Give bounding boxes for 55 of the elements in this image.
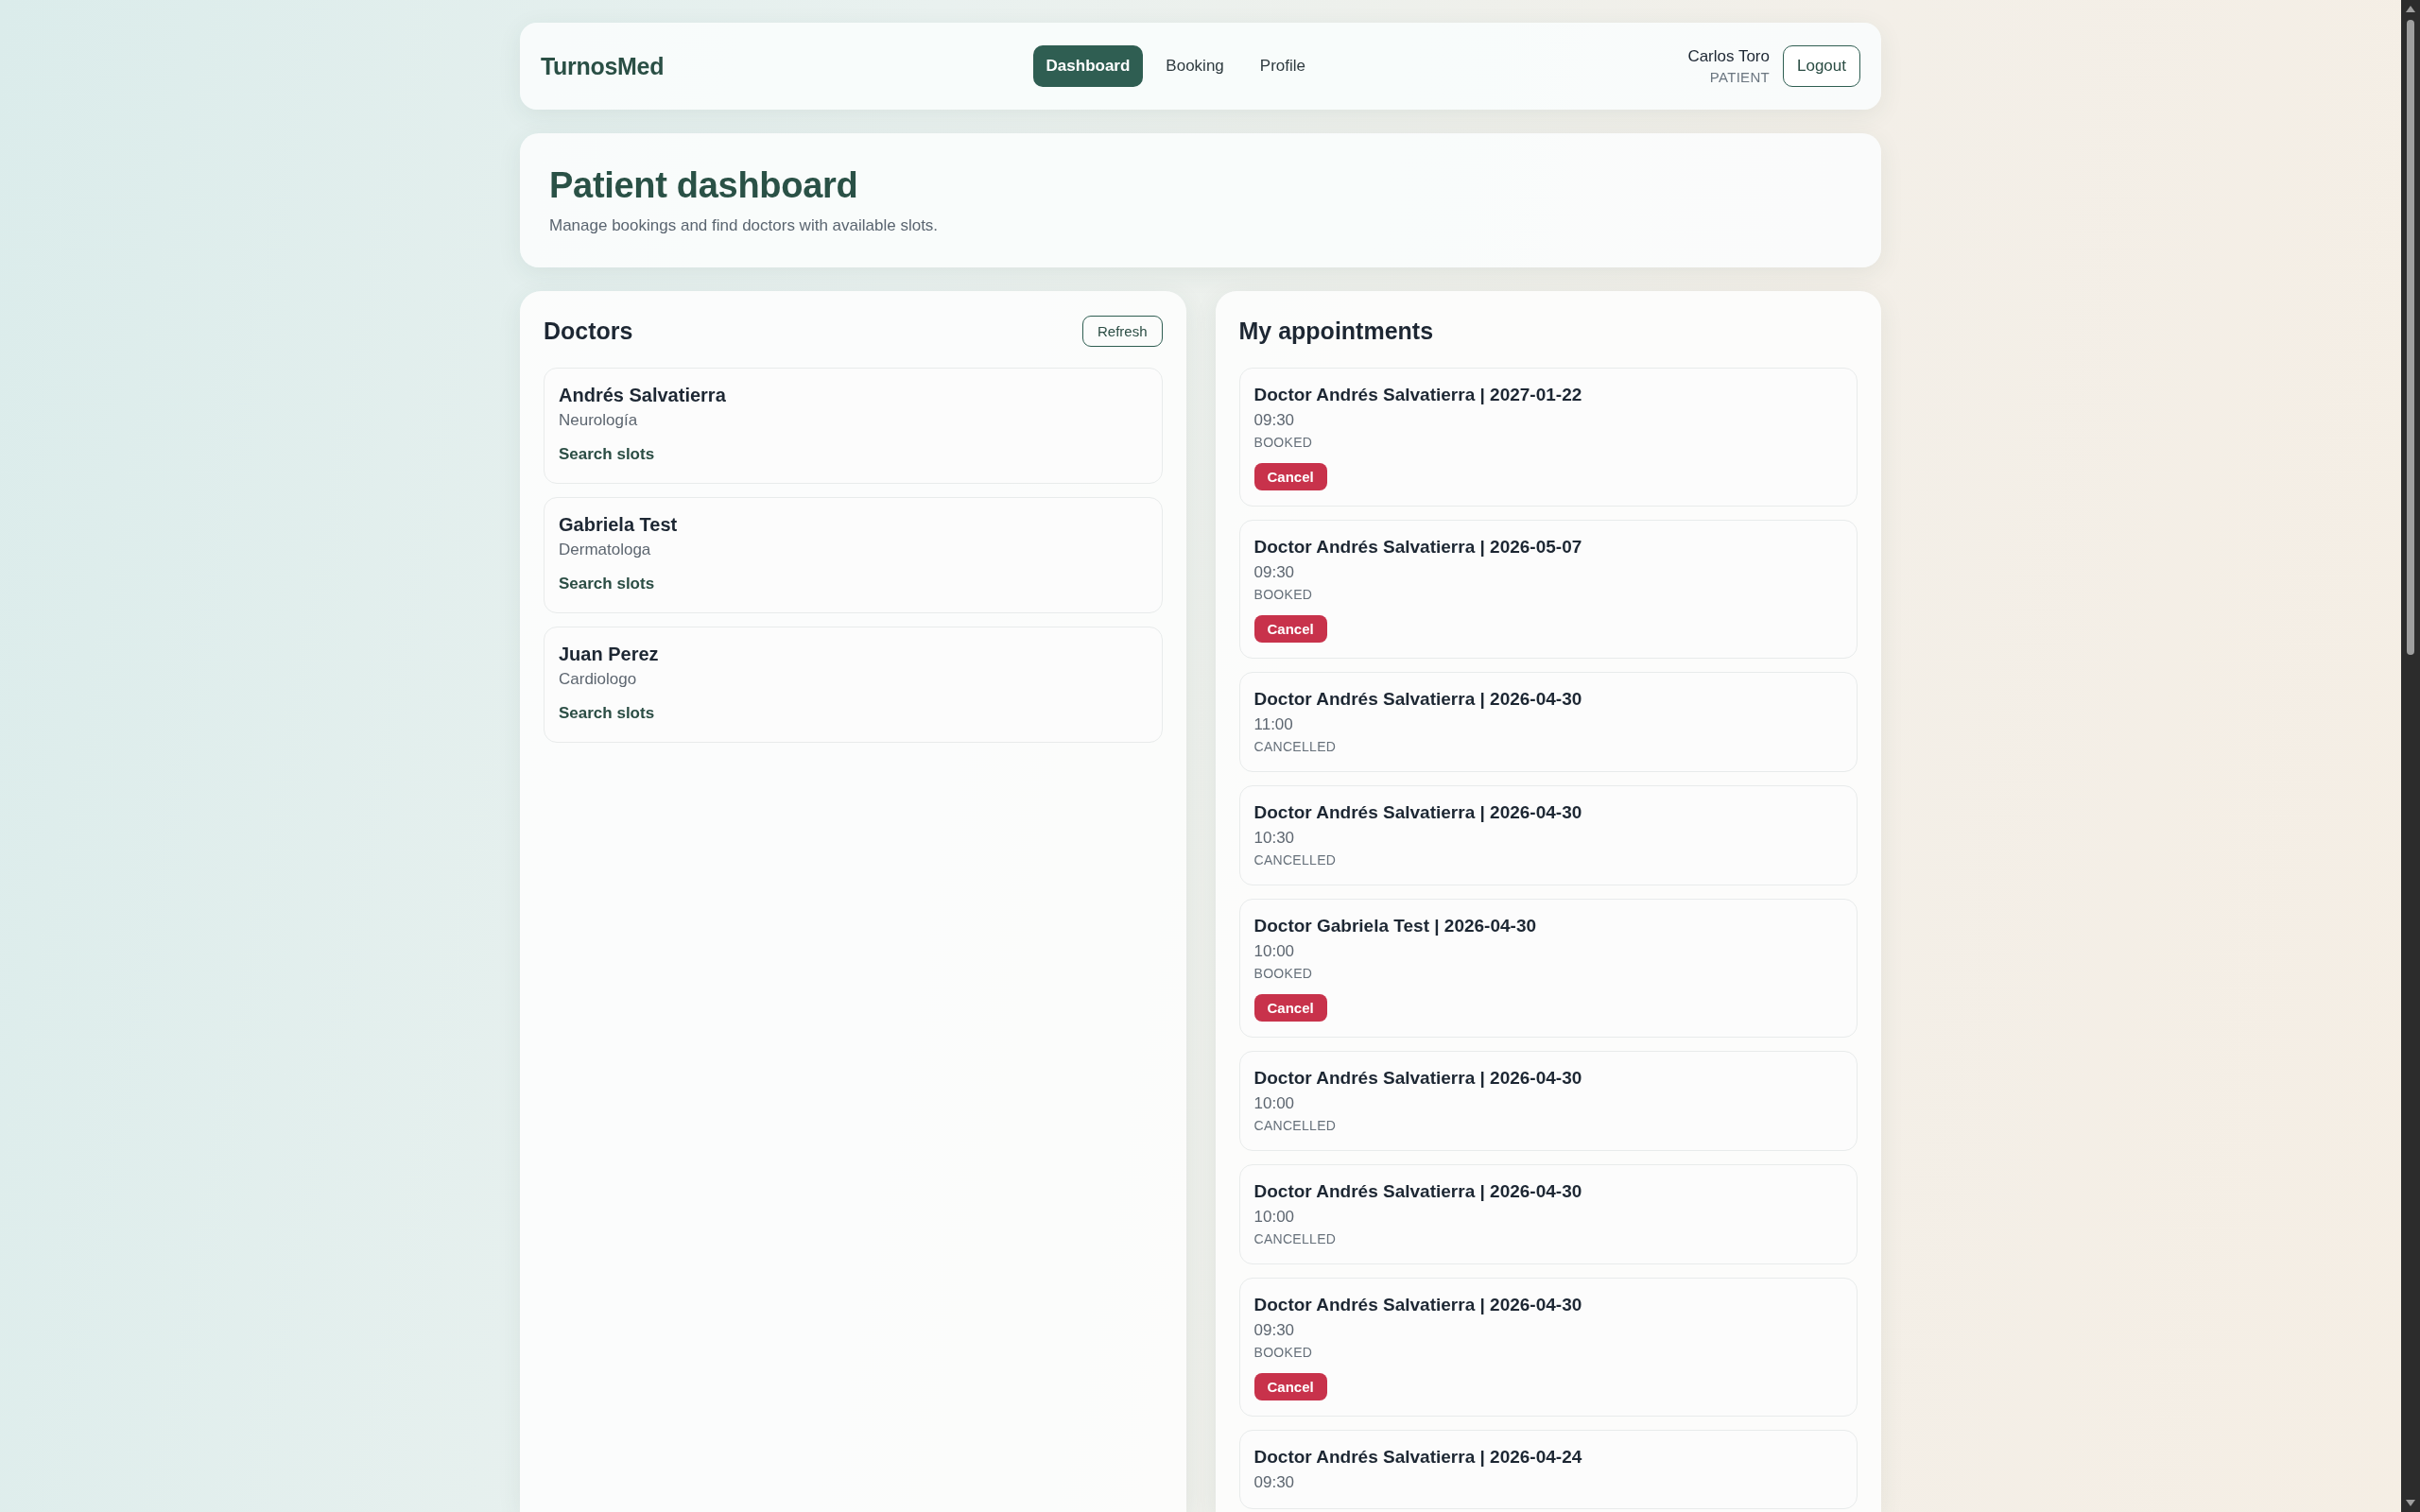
search-slots-link[interactable]: Search slots — [559, 702, 655, 725]
appointment-status: CANCELLED — [1253, 738, 1337, 756]
appointment-time: 10:00 — [1253, 941, 1295, 962]
cancel-button[interactable]: Cancel — [1253, 1373, 1327, 1400]
appointment-time: 10:30 — [1253, 828, 1295, 849]
appointment-title: Doctor Andrés Salvatierra | 2026-04-30 — [1253, 688, 1582, 711]
page-title: Patient dashboard — [549, 164, 859, 207]
appointment-time: 09:30 — [1253, 1320, 1295, 1341]
appointment-status: CANCELLED — [1253, 1117, 1337, 1135]
appointment-time: 09:30 — [1253, 410, 1295, 431]
search-slots-link[interactable]: Search slots — [559, 443, 655, 466]
appointment-title: Doctor Andrés Salvatierra | 2026-05-07 — [1253, 536, 1582, 558]
logout-button[interactable]: Logout — [1783, 45, 1860, 87]
scroll-up-arrow-icon[interactable] — [2406, 6, 2415, 12]
doctor-specialty: Neurología — [559, 410, 638, 431]
search-slots-link[interactable]: Search slots — [559, 573, 655, 595]
appointment-title: Doctor Andrés Salvatierra | 2026-04-24 — [1253, 1446, 1582, 1469]
appointment-status: BOOKED — [1253, 1344, 1313, 1362]
appointment-time: 10:00 — [1253, 1093, 1295, 1114]
cancel-button[interactable]: Cancel — [1253, 615, 1327, 643]
panel-title: My appointments — [1238, 318, 1434, 345]
appointment-status: CANCELLED — [1253, 851, 1337, 869]
nav-tab[interactable]: Booking — [1152, 45, 1237, 87]
doctor-specialty: Cardiologo — [559, 669, 637, 690]
user-role: PATIENT — [1709, 68, 1770, 87]
appointment-time: 09:30 — [1253, 562, 1295, 583]
appointment-title: Doctor Andrés Salvatierra | 2026-04-30 — [1253, 1180, 1582, 1203]
appointment-title: Doctor Andrés Salvatierra | 2026-04-30 — [1253, 1294, 1582, 1316]
appointment-time: 11:00 — [1253, 714, 1293, 735]
doctor-specialty: Dermatologa — [559, 540, 651, 560]
page-subtitle: Manage bookings and find doctors with available slots. — [549, 215, 940, 236]
brand-name[interactable]: TurnosMed — [541, 52, 665, 80]
appointment-status: BOOKED — [1253, 434, 1313, 452]
refresh-button[interactable]: Refresh — [1081, 316, 1163, 347]
appointment-time: 09:30 — [1253, 1472, 1295, 1493]
doctor-name: Andrés Salvatierra — [559, 384, 726, 407]
appointment-title: Doctor Andrés Salvatierra | 2026-04-30 — [1253, 1067, 1582, 1090]
appointment-title: Doctor Gabriela Test | 2026-04-30 — [1253, 915, 1537, 937]
doctor-name: Juan Perez — [559, 643, 659, 666]
nav-tab[interactable]: Profile — [1246, 45, 1319, 87]
user-name: Carlos Toro — [1687, 46, 1770, 67]
scrollbar[interactable] — [2401, 0, 2420, 1512]
appointment-status: BOOKED — [1253, 965, 1313, 983]
nav-tab[interactable]: Dashboard — [1032, 45, 1144, 87]
cancel-button[interactable]: Cancel — [1253, 463, 1327, 490]
cancel-button[interactable]: Cancel — [1253, 994, 1327, 1022]
appointment-status: BOOKED — [1253, 586, 1313, 604]
appointment-status: CANCELLED — [1253, 1230, 1337, 1248]
scroll-down-arrow-icon[interactable] — [2406, 1500, 2415, 1506]
panel-title: Doctors — [544, 318, 633, 345]
appointment-title: Doctor Andrés Salvatierra | 2026-04-30 — [1253, 801, 1582, 824]
appointment-time: 10:00 — [1253, 1207, 1295, 1228]
scroll-thumb[interactable] — [2407, 20, 2414, 655]
appointment-title: Doctor Andrés Salvatierra | 2027-01-22 — [1253, 384, 1582, 406]
doctor-name: Gabriela Test — [559, 513, 678, 537]
